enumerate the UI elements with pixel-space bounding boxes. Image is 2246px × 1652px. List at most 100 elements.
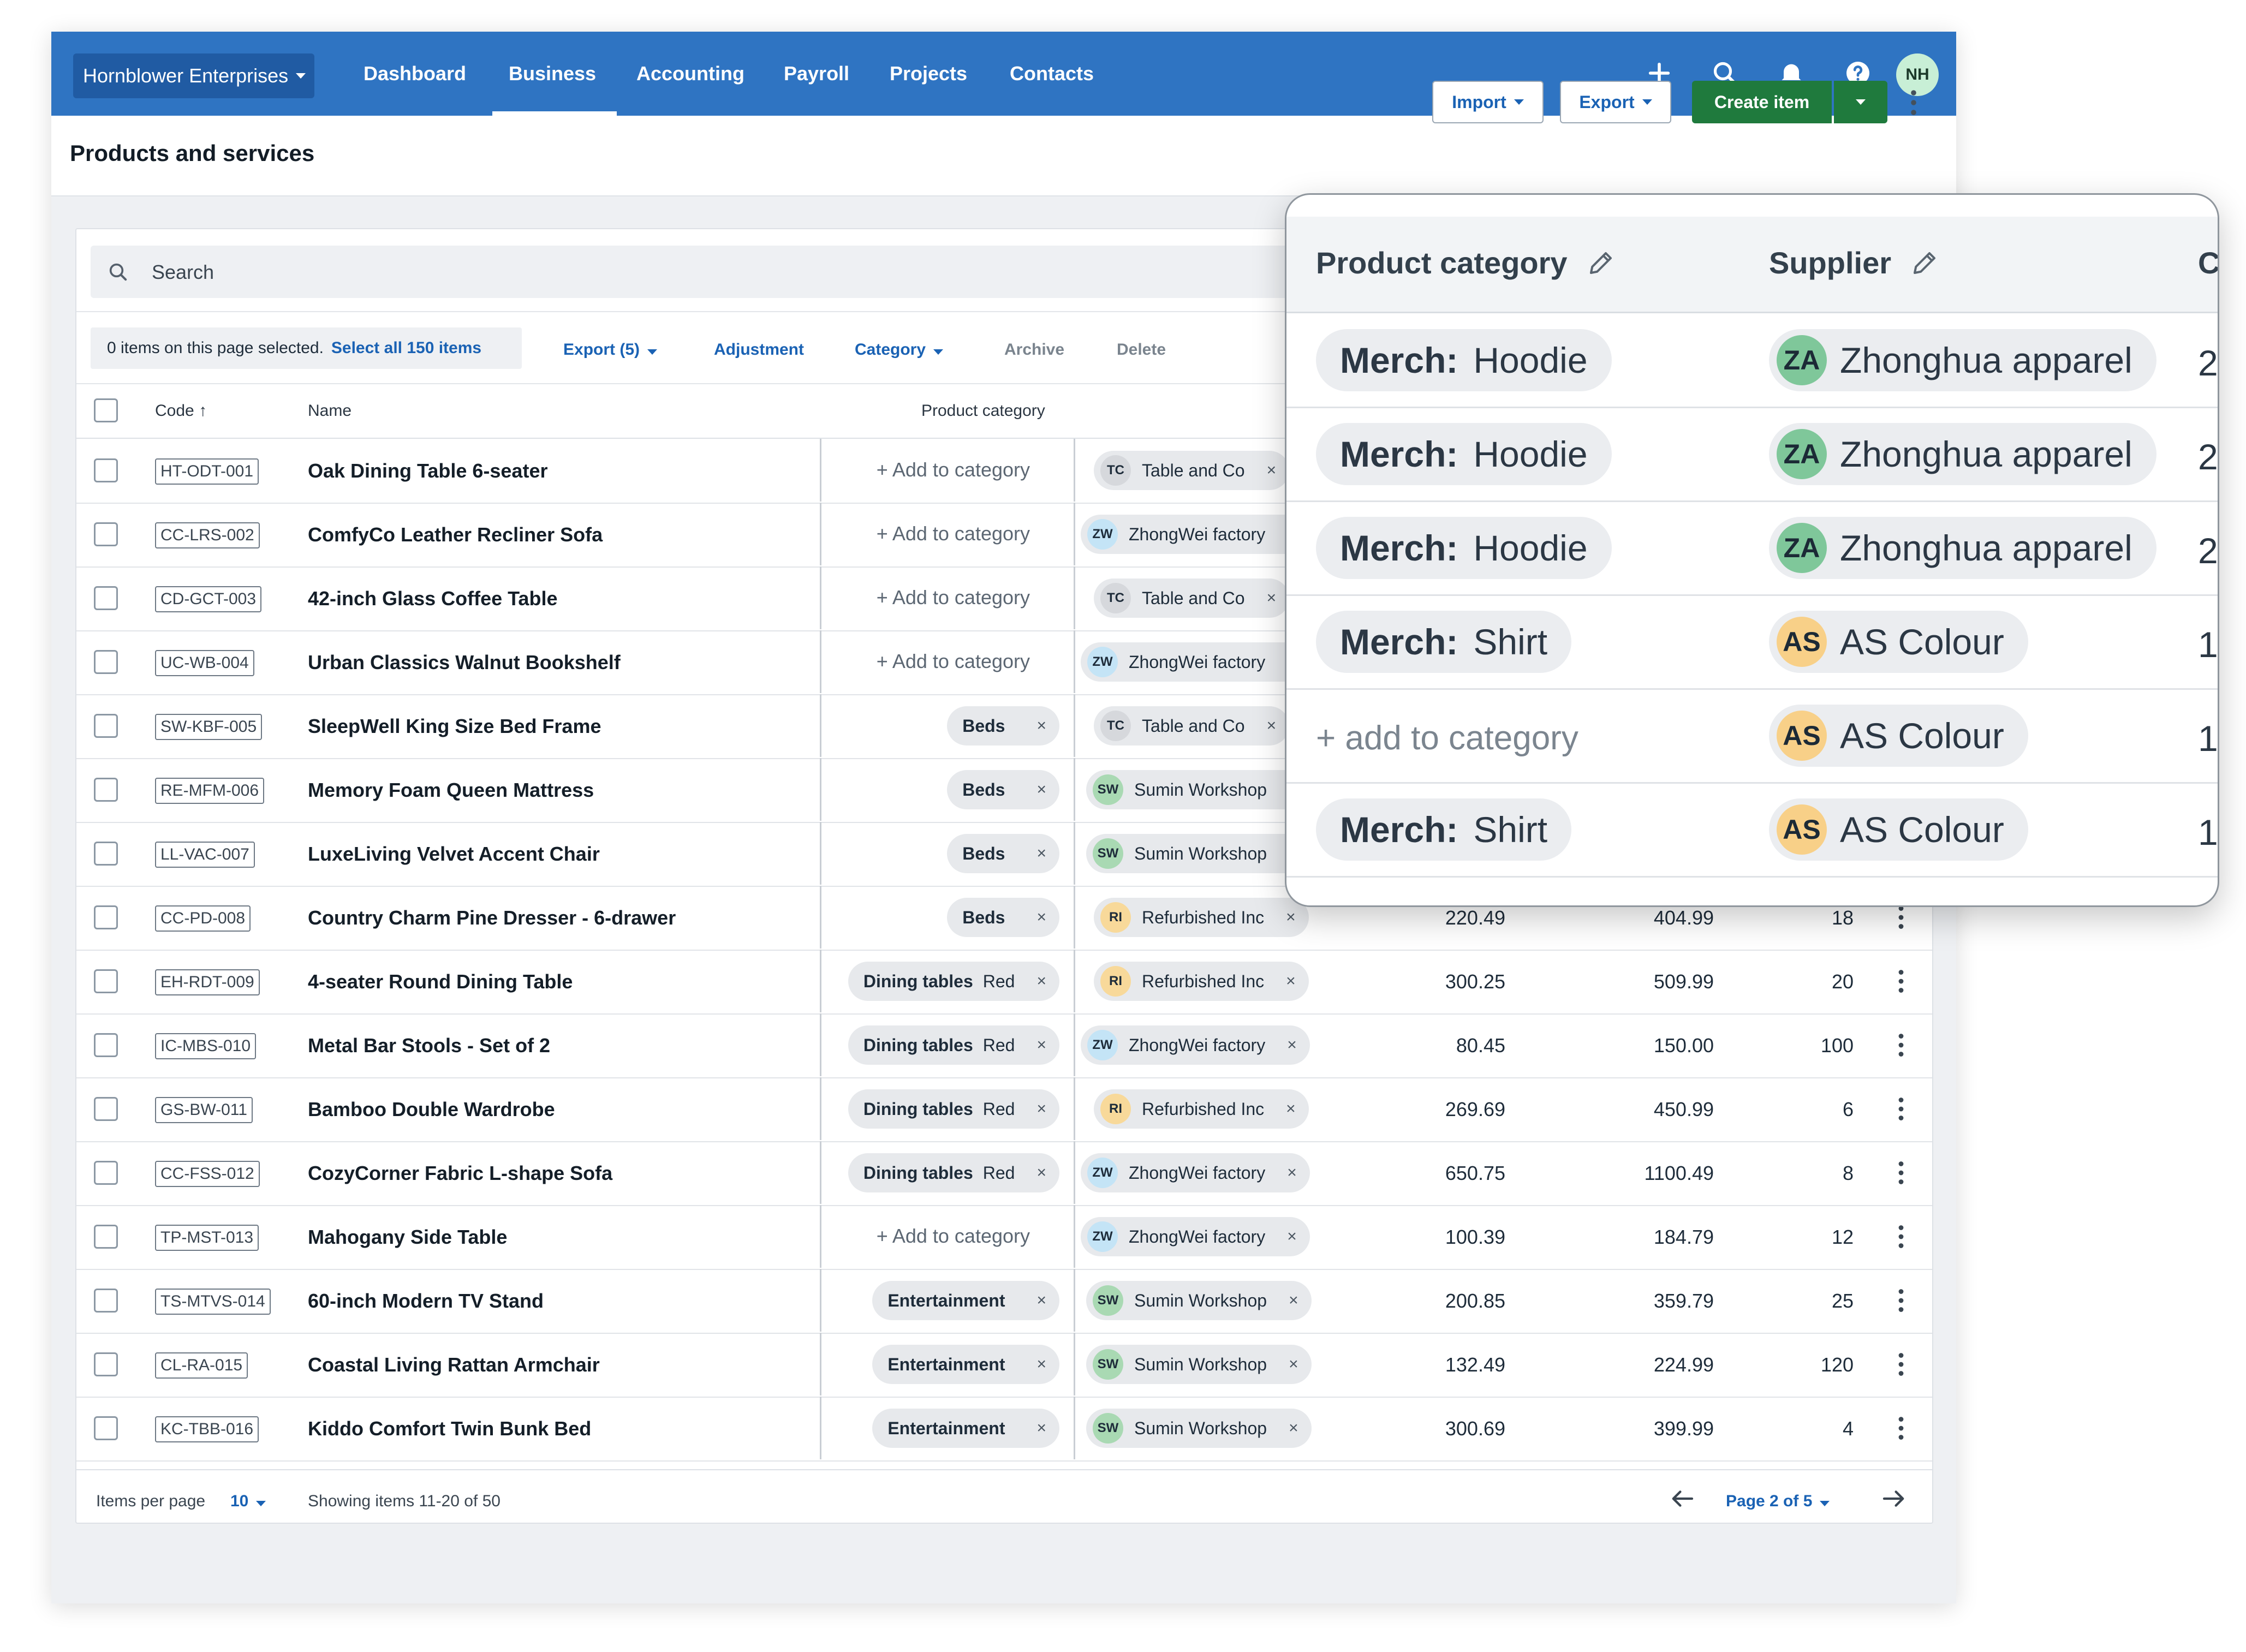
supplier-tag[interactable]: RI Refurbished Inc × [1094,898,1309,937]
nav-projects[interactable]: Projects [890,62,967,85]
zoom-supplier-tag[interactable]: AS AS Colour [1769,611,2028,673]
row-checkbox[interactable] [94,778,118,802]
row-checkbox[interactable] [94,714,118,738]
zoom-supplier-tag[interactable]: ZA Zhonghua apparel [1769,517,2156,579]
zoom-category-tag[interactable]: Merch: Shirt [1316,611,1572,673]
supplier-tag[interactable]: TC Table and Co × [1094,579,1290,618]
table-row[interactable]: TP-MST-013 Mahogany Side Table + Add to ca… [76,1205,1932,1270]
row-more-icon[interactable] [1897,1033,1905,1057]
add-to-category-button[interactable]: + Add to category [877,458,1030,481]
nav-business[interactable]: Business [509,62,596,85]
bulk-delete-button[interactable]: Delete [1117,341,1166,359]
table-row[interactable]: CL-RA-015 Coastal Living Rattan Armchair E… [76,1333,1932,1398]
category-tag[interactable]: Beds × [947,770,1059,809]
remove-tag-icon[interactable]: × [1036,717,1046,735]
add-to-category-button[interactable]: + Add to category [877,586,1030,609]
select-all-checkbox[interactable] [94,398,118,422]
item-name[interactable]: Memory Foam Queen Mattress [308,779,594,802]
row-more-icon[interactable] [1897,905,1905,929]
category-tag[interactable]: Entertainment × [872,1345,1059,1384]
row-more-icon[interactable] [1897,969,1905,993]
zoom-row[interactable]: Merch: Hoodie ZA Zhonghua apparel 2 [1286,313,2218,408]
row-checkbox[interactable] [94,1097,118,1121]
category-tag[interactable]: Entertainment × [872,1281,1059,1320]
zoom-category-tag[interactable]: Merch: Hoodie [1316,517,1612,579]
supplier-tag[interactable]: SWSumin Workshop× [1086,1409,1312,1448]
zoom-column-category[interactable]: Product category [1316,245,1616,281]
zoom-supplier-tag[interactable]: AS AS Colour [1769,798,2028,861]
nav-contacts[interactable]: Contacts [1010,62,1094,85]
row-checkbox[interactable] [94,650,118,674]
table-row[interactable]: CC-FSS-012 CozyCorner Fabric L-shape Sofa… [76,1141,1932,1206]
item-name[interactable]: Oak Dining Table 6-seater [308,460,547,482]
row-checkbox[interactable] [94,1352,118,1376]
remove-supplier-icon[interactable]: × [1267,461,1277,480]
remove-tag-icon[interactable]: × [1036,1100,1046,1118]
remove-supplier-icon[interactable]: × [1286,908,1296,927]
category-tag[interactable]: Dining tables Red × [848,1089,1059,1129]
row-checkbox[interactable] [94,905,118,929]
remove-tag-icon[interactable]: × [1036,1291,1046,1310]
row-checkbox[interactable] [94,458,118,482]
item-name[interactable]: Urban Classics Walnut Bookshelf [308,651,621,674]
table-row[interactable]: IC-MBS-010 Metal Bar Stools - Set of 2 Din… [76,1013,1932,1078]
row-more-icon[interactable] [1897,1416,1905,1440]
supplier-tag[interactable]: ZWZhongWei factory× [1081,1153,1310,1192]
zoom-row[interactable]: Merch: Shirt AS AS Colour 1 [1286,782,2218,878]
row-checkbox[interactable] [94,586,118,610]
remove-supplier-icon[interactable]: × [1267,717,1277,735]
row-checkbox[interactable] [94,1289,118,1313]
remove-tag-icon[interactable]: × [1036,844,1046,863]
item-name[interactable]: Metal Bar Stools - Set of 2 [308,1034,550,1057]
add-to-category-button[interactable]: + Add to category [877,650,1030,673]
create-item-button[interactable]: Create item [1692,81,1832,123]
column-name[interactable]: Name [308,402,352,420]
row-checkbox[interactable] [94,1161,118,1185]
items-per-page-select[interactable]: 10 [230,1492,266,1511]
page-select[interactable]: Page 2 of 5 [1726,1492,1830,1511]
nav-dashboard[interactable]: Dashboard [364,62,466,85]
zoom-add-to-category-button[interactable]: + add to category [1316,719,1578,758]
table-row[interactable]: TS-MTVS-014 60-inch Modern TV Stand Entert… [76,1269,1932,1334]
remove-tag-icon[interactable]: × [1036,1164,1046,1182]
item-name[interactable]: CozyCorner Fabric L-shape Sofa [308,1162,612,1185]
remove-tag-icon[interactable]: × [1036,1355,1046,1374]
remove-tag-icon[interactable]: × [1036,1036,1046,1054]
item-name[interactable]: LuxeLiving Velvet Accent Chair [308,843,600,866]
next-page-icon[interactable] [1882,1489,1906,1508]
remove-supplier-icon[interactable]: × [1289,1419,1298,1438]
table-row[interactable]: EH-RDT-009 4-seater Round Dining Table Din… [76,950,1932,1015]
row-checkbox[interactable] [94,1033,118,1057]
supplier-tag[interactable]: SWSumin Workshop× [1086,834,1312,873]
table-row[interactable]: GS-BW-011 Bamboo Double Wardrobe Dining ta… [76,1077,1932,1142]
category-tag[interactable]: Beds × [947,898,1059,937]
row-checkbox[interactable] [94,522,118,546]
zoom-supplier-tag[interactable]: AS AS Colour [1769,705,2028,767]
org-switcher[interactable]: Hornblower Enterprises [73,53,314,98]
supplier-tag[interactable]: SWSumin Workshop× [1086,1345,1312,1384]
remove-supplier-icon[interactable]: × [1287,1227,1297,1246]
export-button[interactable]: Export [1560,81,1671,123]
zoom-supplier-tag[interactable]: ZA Zhonghua apparel [1769,423,2156,485]
item-name[interactable]: ComfyCo Leather Recliner Sofa [308,523,603,546]
remove-supplier-icon[interactable]: × [1289,1355,1298,1374]
supplier-tag[interactable]: ZWZhongWei factory× [1081,642,1310,682]
category-tag[interactable]: Dining tables Red × [848,1153,1059,1192]
category-tag[interactable]: Beds × [947,706,1059,746]
supplier-tag[interactable]: SWSumin Workshop× [1086,770,1312,809]
previous-page-icon[interactable] [1670,1489,1694,1508]
table-row[interactable]: KC-TBB-016 Kiddo Comfort Twin Bunk Bed Ent… [76,1397,1932,1462]
category-tag[interactable]: Entertainment × [872,1409,1059,1448]
zoom-category-tag[interactable]: Merch: Hoodie [1316,329,1612,391]
nav-payroll[interactable]: Payroll [784,62,849,85]
supplier-tag[interactable]: SWSumin Workshop× [1086,1281,1312,1320]
category-tag[interactable]: Beds × [947,834,1059,873]
item-name[interactable]: 42-inch Glass Coffee Table [308,587,557,610]
row-more-icon[interactable] [1897,1352,1905,1376]
pencil-icon[interactable] [1586,248,1616,278]
remove-supplier-icon[interactable]: × [1286,972,1296,991]
row-more-icon[interactable] [1897,1289,1905,1313]
zoom-row[interactable]: Merch: Hoodie ZA Zhonghua apparel 2 [1286,407,2218,502]
import-button[interactable]: Import [1432,81,1544,123]
category-tag[interactable]: Dining tables Red × [848,1025,1059,1065]
